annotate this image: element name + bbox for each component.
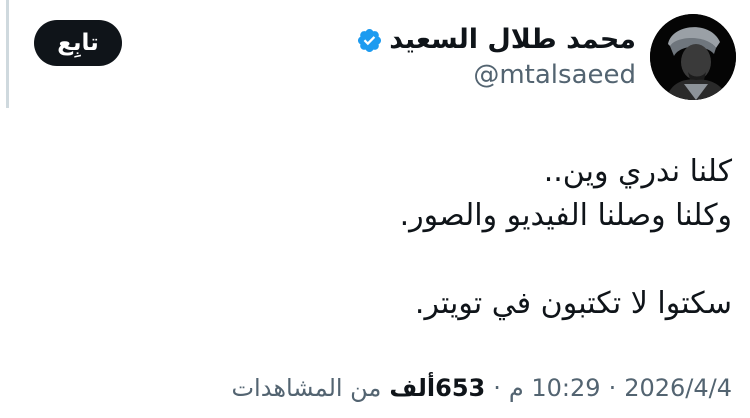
tweet-line: كلنا ندري وين..: [543, 154, 732, 189]
author-display-name[interactable]: محمد طلال السعيد: [389, 22, 636, 58]
meta-separator: ·: [608, 374, 617, 402]
views-label: من المشاهدات: [231, 374, 382, 402]
tweet-line: وكلنا وصلنا الفيديو والصور.: [399, 198, 732, 233]
follow-button[interactable]: تابِع: [34, 20, 122, 66]
tweet-meta: 2026/4/4 · 10:29 م · 653ألف من المشاهدات: [231, 370, 732, 406]
tweet-card[interactable]: محمد طلال السعيد @mtalsaeed تابِع كلنا ن…: [0, 0, 750, 418]
avatar-image: [650, 14, 736, 100]
tweet-line: سكتوا لا تكتبون في تويتر.: [414, 286, 732, 321]
verified-badge-icon: [358, 28, 382, 52]
tweet-date[interactable]: 2026/4/4: [624, 374, 732, 402]
author-name-row[interactable]: محمد طلال السعيد: [356, 22, 636, 58]
tweet-time[interactable]: 10:29 م: [509, 374, 601, 402]
avatar[interactable]: [650, 14, 736, 100]
tweet-text: كلنا ندري وين.. وكلنا وصلنا الفيديو والص…: [32, 150, 732, 326]
author-handle[interactable]: @mtalsaeed: [473, 58, 636, 92]
meta-separator: ·: [493, 374, 501, 402]
views-count[interactable]: 653ألف: [389, 374, 485, 402]
